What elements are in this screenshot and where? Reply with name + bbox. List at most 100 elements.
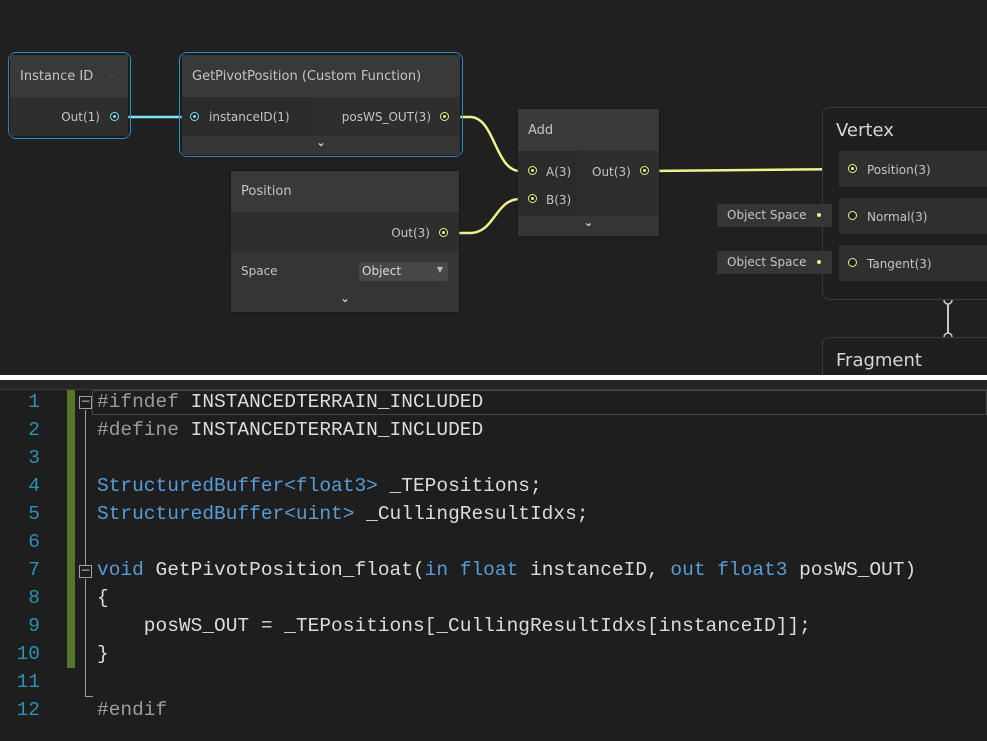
code-token: posWS_OUT) bbox=[787, 559, 917, 581]
fragment-context[interactable]: Fragment bbox=[822, 337, 987, 375]
out-port[interactable] bbox=[439, 228, 448, 237]
code-line[interactable]: } bbox=[97, 643, 109, 665]
code-line[interactable]: StructuredBuffer<float3> _TEPositions; bbox=[97, 475, 542, 497]
code-line[interactable]: { bbox=[97, 587, 109, 609]
code-line[interactable]: void GetPivotPosition_float(in float ins… bbox=[97, 559, 916, 581]
slot-label: Tangent(3) bbox=[867, 257, 932, 271]
code-editor[interactable]: − − 1 #ifndef INSTANCEDTERRAIN_INCLUDED 2 #… bbox=[0, 380, 987, 741]
instanceid-label: instanceID(1) bbox=[209, 110, 290, 124]
space-dropdown[interactable]: Object ▼ bbox=[359, 262, 448, 281]
wire-add-to-vertex-position bbox=[648, 167, 852, 173]
code-line[interactable]: posWS_OUT = _TEPositions[_CullingResultI… bbox=[97, 615, 811, 637]
a-port[interactable] bbox=[528, 166, 537, 175]
keyword-token: StructuredBuffer<float3> bbox=[97, 475, 378, 497]
change-indicator-bar bbox=[67, 390, 75, 668]
port-dot bbox=[817, 260, 821, 264]
line-number: 2 bbox=[28, 419, 40, 441]
position-port[interactable] bbox=[848, 164, 857, 173]
code-token: INSTANCEDTERRAIN_INCLUDED bbox=[190, 419, 484, 441]
keyword-token: StructuredBuffer<uint> bbox=[97, 503, 355, 525]
out-port-label: Out(3) bbox=[391, 226, 430, 240]
fold-guide bbox=[85, 410, 86, 565]
node-title: GetPivotPosition (Custom Function) bbox=[182, 55, 460, 97]
line-number: 4 bbox=[28, 475, 40, 497]
line-number: 11 bbox=[16, 671, 40, 693]
editor-top-strip bbox=[0, 380, 987, 390]
keyword-token: out bbox=[670, 559, 706, 581]
b-label: B(3) bbox=[546, 193, 572, 207]
add-node[interactable]: Add A(3) B(3) Out(3) ⌄ bbox=[518, 109, 659, 236]
line-number: 3 bbox=[28, 447, 40, 469]
collapse-region-icon[interactable]: − bbox=[79, 564, 92, 578]
code-line[interactable]: #ifndef INSTANCEDTERRAIN_INCLUDED bbox=[97, 391, 483, 413]
code-line[interactable]: StructuredBuffer<uint> _CullingResultIdx… bbox=[97, 503, 589, 525]
default-label: Object Space bbox=[727, 255, 807, 269]
normal-port[interactable] bbox=[848, 211, 857, 220]
chevron-down-icon: ⌄ bbox=[340, 292, 350, 305]
position-node[interactable]: Position Out(3) Space Object ▼ ⌄ bbox=[231, 171, 459, 312]
code-token: { bbox=[97, 587, 109, 609]
node-title: Add bbox=[518, 109, 659, 151]
space-label: Space bbox=[241, 264, 278, 278]
vertex-context[interactable]: Vertex Position(3) Normal(3) Tangent(3) bbox=[822, 107, 987, 300]
chevron-down-icon[interactable]: ⌄ bbox=[108, 69, 116, 80]
fold-guide bbox=[85, 579, 86, 697]
vertex-slot-position[interactable]: Position(3) bbox=[839, 151, 987, 187]
keyword-token: void bbox=[97, 559, 144, 581]
code-line[interactable]: #define INSTANCEDTERRAIN_INCLUDED bbox=[97, 419, 483, 441]
line-number: 5 bbox=[28, 503, 40, 525]
tangent-port[interactable] bbox=[848, 258, 857, 267]
collapse-button[interactable]: ⌄ bbox=[518, 216, 659, 236]
out-port[interactable] bbox=[640, 166, 649, 175]
chevron-down-icon: ⌄ bbox=[316, 136, 326, 149]
port-dot bbox=[817, 213, 821, 217]
a-label: A(3) bbox=[546, 165, 572, 179]
code-token: posWS_OUT = _TEPositions[_CullingResultI… bbox=[97, 615, 811, 637]
line-number: 8 bbox=[28, 587, 40, 609]
line-number: 6 bbox=[28, 531, 40, 553]
slot-label: Position(3) bbox=[867, 163, 931, 177]
collapse-button[interactable]: ⌄ bbox=[182, 136, 460, 155]
collapse-button[interactable]: ⌄ bbox=[231, 292, 459, 312]
code-token: GetPivotPosition_float( bbox=[143, 559, 425, 581]
preprocessor-token: #define bbox=[97, 419, 191, 441]
out-port-label: Out(3) bbox=[592, 165, 631, 179]
normal-default-value[interactable]: Object Space bbox=[717, 204, 832, 227]
space-dropdown-value: Object bbox=[362, 264, 402, 278]
chevron-down-icon: ⌄ bbox=[583, 216, 594, 229]
preprocessor-token: #endif bbox=[97, 699, 168, 721]
line-number: 1 bbox=[28, 391, 40, 413]
keyword-token: float3 bbox=[717, 559, 788, 581]
line-number: 9 bbox=[28, 615, 40, 637]
fold-guide-end bbox=[85, 696, 93, 697]
line-number: 12 bbox=[16, 699, 40, 721]
preprocessor-token: #ifndef bbox=[97, 391, 191, 413]
default-label: Object Space bbox=[727, 208, 807, 222]
code-line[interactable]: #endif bbox=[97, 699, 167, 721]
shader-graph-canvas[interactable]: Instance ID ⌄ Out(1) GetPivotPosition (C… bbox=[0, 0, 987, 375]
custom-function-node[interactable]: GetPivotPosition (Custom Function) insta… bbox=[182, 55, 460, 155]
vertex-slot-tangent[interactable]: Tangent(3) bbox=[839, 245, 987, 281]
dropdown-arrow-icon: ▼ bbox=[436, 265, 443, 274]
node-title: Position bbox=[231, 171, 459, 212]
code-token: _TEPositions; bbox=[377, 475, 542, 497]
collapse-region-icon[interactable]: − bbox=[79, 395, 92, 409]
vertex-slot-normal[interactable]: Normal(3) bbox=[839, 198, 987, 234]
code-token: } bbox=[97, 643, 109, 665]
instance-id-node[interactable]: Instance ID ⌄ Out(1) bbox=[10, 55, 128, 136]
poswsout-port[interactable] bbox=[440, 112, 449, 121]
b-port[interactable] bbox=[528, 194, 537, 203]
keyword-token: in bbox=[424, 559, 449, 581]
code-token: _CullingResultIdxs; bbox=[354, 503, 589, 525]
code-token: instanceID, bbox=[518, 559, 671, 581]
instanceid-port[interactable] bbox=[190, 112, 199, 121]
code-token: INSTANCEDTERRAIN_INCLUDED bbox=[190, 391, 484, 413]
tangent-default-value[interactable]: Object Space bbox=[717, 251, 832, 274]
poswsout-label: posWS_OUT(3) bbox=[341, 110, 431, 124]
out-port[interactable] bbox=[110, 112, 119, 121]
context-title: Fragment bbox=[836, 350, 922, 371]
context-title: Vertex bbox=[836, 120, 894, 141]
out-port-label: Out(1) bbox=[61, 110, 100, 124]
